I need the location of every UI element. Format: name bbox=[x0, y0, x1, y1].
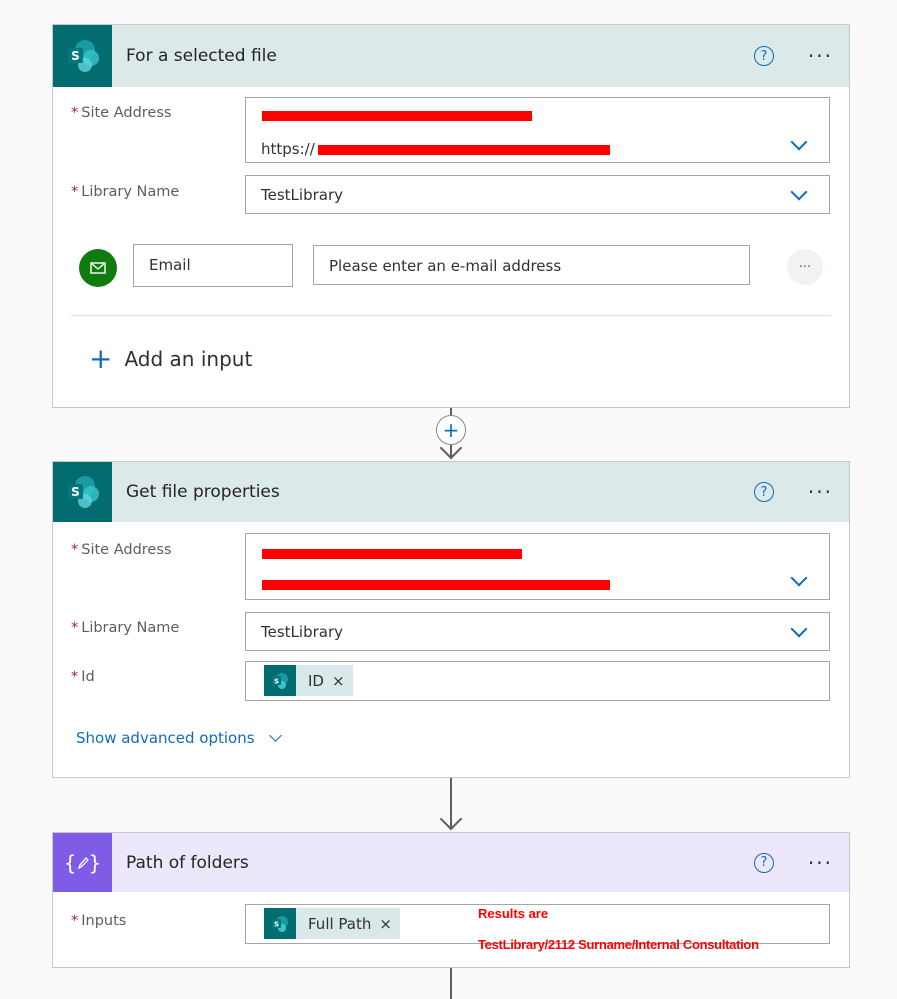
plus-icon: + bbox=[89, 342, 113, 375]
more-options-icon[interactable]: ··· bbox=[808, 482, 833, 502]
library-name-field[interactable]: TestLibrary bbox=[245, 175, 830, 214]
chevron-down-icon[interactable] bbox=[790, 620, 808, 638]
add-input-label: Add an input bbox=[124, 347, 253, 371]
library-name-label: * Library Name bbox=[71, 184, 180, 200]
redaction bbox=[262, 111, 532, 121]
svg-text:S: S bbox=[71, 485, 80, 499]
email-input-name[interactable]: Email bbox=[133, 244, 293, 287]
redaction bbox=[262, 549, 522, 559]
chevron-down-icon[interactable] bbox=[790, 569, 808, 587]
show-advanced-options-link[interactable]: Show advanced options bbox=[76, 729, 282, 747]
id-field[interactable]: S ID × bbox=[245, 661, 830, 701]
remove-token-icon[interactable]: × bbox=[332, 672, 345, 690]
action-card-path-of-folders: {} Path of folders ? ··· * Inputs S Full … bbox=[52, 832, 850, 968]
library-name-label: * Library Name bbox=[71, 620, 180, 636]
card-header[interactable]: {} Path of folders ? ··· bbox=[53, 833, 849, 892]
library-name-field[interactable]: TestLibrary bbox=[245, 612, 830, 651]
more-options-icon[interactable]: ··· bbox=[808, 853, 833, 873]
compose-icon: {} bbox=[53, 833, 112, 892]
id-token[interactable]: S ID × bbox=[264, 665, 353, 696]
card-header[interactable]: S Get file properties ? ··· bbox=[53, 462, 849, 522]
card-title: Path of folders bbox=[126, 852, 249, 873]
more-options-icon[interactable]: ··· bbox=[808, 46, 833, 66]
card-title: For a selected file bbox=[126, 46, 277, 66]
svg-text:S: S bbox=[274, 677, 279, 685]
add-input-button[interactable]: + Add an input bbox=[89, 345, 252, 373]
email-value-input[interactable]: Please enter an e-mail address bbox=[313, 245, 750, 285]
annotation-line-2: TestLibrary/2112 Surname/Internal Consul… bbox=[478, 937, 759, 952]
connector-line bbox=[450, 968, 452, 999]
divider bbox=[71, 315, 831, 316]
chevron-down-icon[interactable] bbox=[790, 133, 808, 151]
email-placeholder: Please enter an e-mail address bbox=[329, 257, 562, 275]
sharepoint-icon: S bbox=[53, 25, 112, 87]
annotation-line-1: Results are bbox=[478, 906, 549, 921]
help-icon[interactable]: ? bbox=[753, 46, 774, 66]
chevron-down-icon[interactable] bbox=[790, 183, 808, 201]
library-name-value: TestLibrary bbox=[261, 186, 343, 204]
site-address-label: * Site Address bbox=[71, 105, 172, 121]
full-path-token[interactable]: S Full Path × bbox=[264, 908, 400, 939]
redaction bbox=[262, 580, 610, 590]
site-address-label: * Site Address bbox=[71, 542, 172, 558]
token-label: Full Path bbox=[308, 914, 372, 933]
svg-text:S: S bbox=[274, 920, 279, 928]
input-more-button[interactable]: ··· bbox=[787, 249, 823, 285]
email-label: Email bbox=[149, 256, 191, 274]
help-icon[interactable]: ? bbox=[753, 852, 774, 873]
token-label: ID bbox=[308, 671, 324, 690]
email-icon bbox=[79, 249, 117, 287]
site-address-value: https:// bbox=[261, 140, 315, 158]
inputs-label: * Inputs bbox=[71, 913, 127, 929]
sharepoint-icon: S bbox=[53, 462, 112, 522]
card-header[interactable]: S For a selected file ? ··· bbox=[53, 25, 849, 87]
sharepoint-icon: S bbox=[264, 665, 296, 696]
sharepoint-icon: S bbox=[264, 908, 296, 939]
library-name-value: TestLibrary bbox=[261, 623, 343, 641]
remove-token-icon[interactable]: × bbox=[379, 915, 392, 933]
id-label: * Id bbox=[71, 669, 95, 685]
card-title: Get file properties bbox=[126, 482, 280, 502]
trigger-card-for-selected-file: S For a selected file ? ··· * Site Addres… bbox=[52, 24, 850, 408]
site-address-field[interactable]: https:// bbox=[245, 97, 830, 163]
site-address-field[interactable] bbox=[245, 533, 830, 600]
action-card-get-file-properties: S Get file properties ? ··· * Site Addres… bbox=[52, 461, 850, 778]
svg-text:S: S bbox=[71, 49, 80, 63]
help-icon[interactable]: ? bbox=[753, 482, 774, 502]
redaction bbox=[318, 145, 610, 155]
arrow-down-icon bbox=[439, 807, 463, 831]
chevron-down-icon bbox=[268, 729, 282, 742]
advanced-label: Show advanced options bbox=[76, 729, 255, 747]
